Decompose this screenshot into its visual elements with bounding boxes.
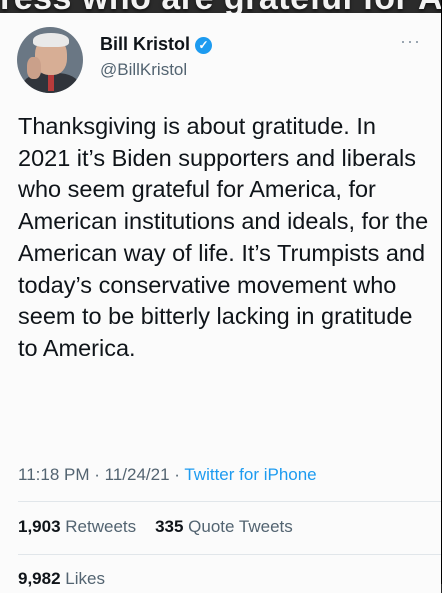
avatar-hair	[33, 33, 69, 47]
tweet-card: Bill Kristol ✓ @BillKristol ··· Thanksgiv…	[0, 13, 441, 593]
quote-tweets-label: Quote Tweets	[188, 517, 293, 536]
quote-tweets-count: 335	[155, 517, 184, 536]
tweet-metadata: 11:18 PM · 11/24/21 · Twitter for iPhone	[18, 465, 317, 485]
verified-badge-icon: ✓	[195, 37, 213, 54]
more-options-icon[interactable]: ···	[400, 31, 421, 52]
author-handle[interactable]: @BillKristol	[100, 60, 187, 80]
author-avatar[interactable]	[17, 27, 83, 93]
likes-stat[interactable]: 9,982 Likes	[18, 569, 105, 589]
tweet-source-link[interactable]: Twitter for iPhone	[184, 465, 316, 484]
avatar-tie	[48, 73, 54, 91]
tweet-text: Thanksgiving is about gratitude. In 2021…	[18, 113, 429, 361]
retweets-count: 1,903	[18, 517, 61, 536]
avatar-hand	[27, 57, 41, 79]
divider	[18, 554, 441, 555]
retweets-label: Retweets	[65, 517, 137, 536]
tweet-time[interactable]: 11:18 PM	[18, 465, 90, 484]
retweets-stat[interactable]: 1,903 Retweets	[18, 517, 136, 536]
metadata-separator: ·	[169, 465, 185, 484]
likes-label: Likes	[65, 569, 105, 588]
quote-tweets-stat[interactable]: 335 Quote Tweets	[155, 517, 293, 536]
divider	[18, 501, 441, 502]
tweet-header: Bill Kristol ✓ @BillKristol ···	[17, 27, 421, 97]
tweet-date[interactable]: 11/24/21	[105, 465, 170, 484]
engagement-stats: 1,903 Retweets 335 Quote Tweets	[18, 517, 293, 537]
author-name-row[interactable]: Bill Kristol ✓	[100, 34, 213, 55]
likes-count: 9,982	[18, 569, 61, 588]
metadata-separator: ·	[89, 465, 105, 484]
author-name[interactable]: Bill Kristol	[100, 34, 190, 54]
